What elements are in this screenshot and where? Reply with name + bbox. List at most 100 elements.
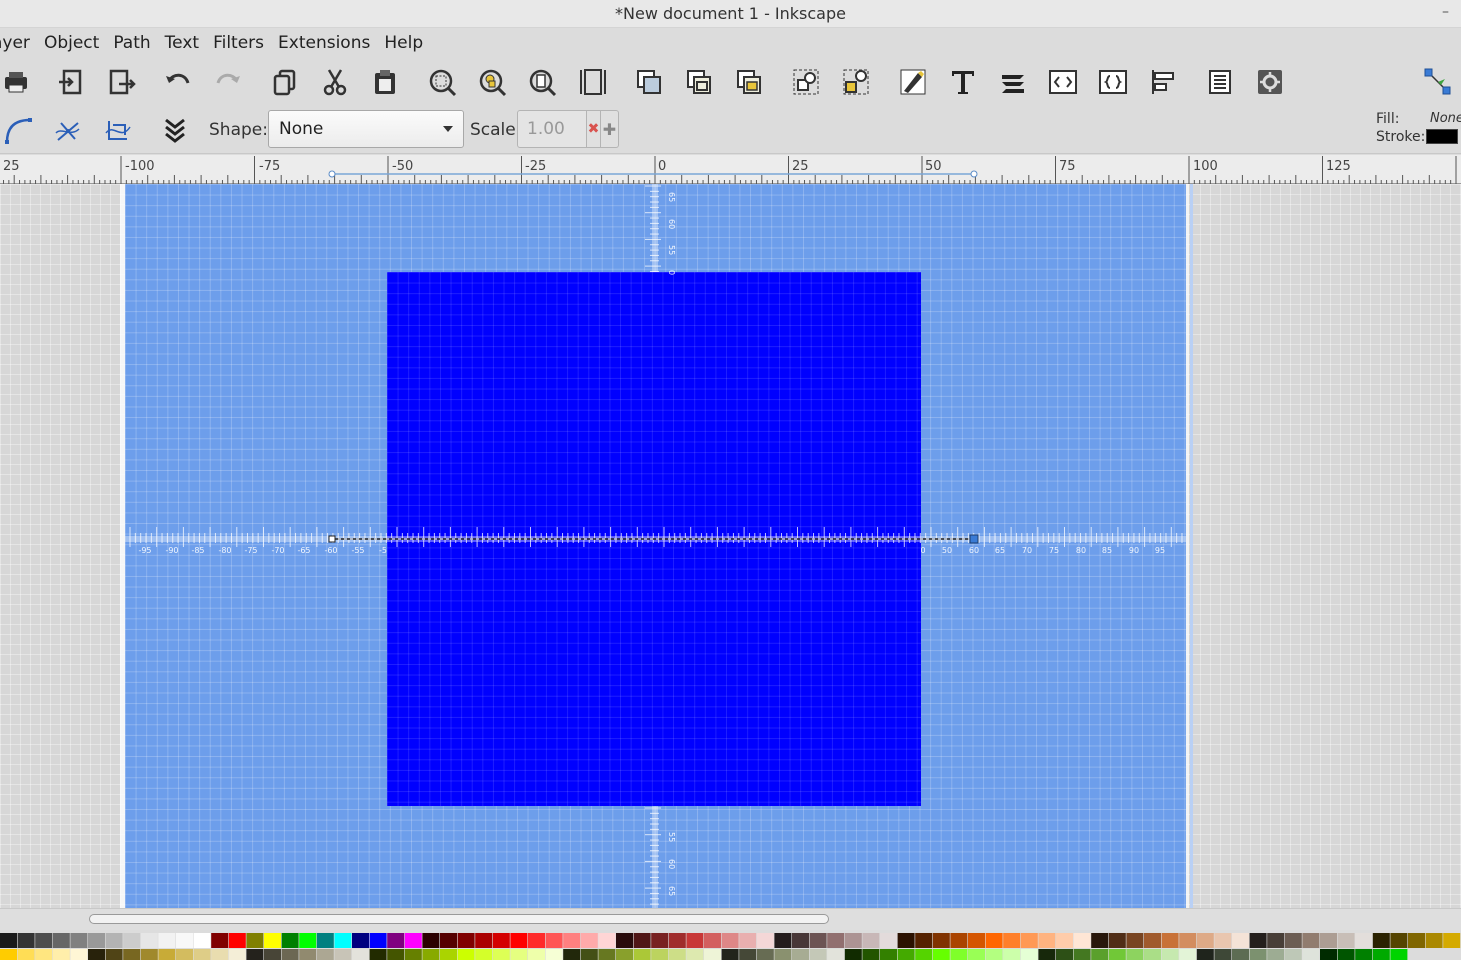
- palette-swatch[interactable]: [1302, 949, 1320, 960]
- palette-swatch[interactable]: [176, 933, 193, 948]
- palette-swatch[interactable]: [1302, 933, 1320, 948]
- scale-increment-button[interactable]: ✚: [601, 110, 619, 148]
- palette-swatch[interactable]: [598, 933, 616, 948]
- menu-object[interactable]: Object: [37, 33, 106, 53]
- palette-swatch[interactable]: [651, 933, 669, 948]
- palette-swatch[interactable]: [932, 933, 950, 948]
- zoom-selection-button[interactable]: [426, 66, 458, 98]
- palette-swatch[interactable]: [105, 933, 123, 948]
- palette-swatch[interactable]: [721, 949, 739, 960]
- path-start-node[interactable]: [328, 535, 336, 543]
- palette-swatch[interactable]: [1390, 949, 1408, 960]
- palette-swatch[interactable]: [0, 933, 17, 948]
- palette-swatch[interactable]: [1144, 933, 1161, 948]
- palette-swatch[interactable]: [897, 933, 915, 948]
- palette-swatch[interactable]: [1161, 933, 1179, 948]
- palette-swatch[interactable]: [774, 949, 792, 960]
- palette-swatch[interactable]: [756, 949, 774, 960]
- palette-swatch[interactable]: [369, 933, 387, 948]
- duplicate-button[interactable]: [633, 66, 665, 98]
- palette-swatch[interactable]: [334, 933, 352, 948]
- palette-swatch[interactable]: [1390, 933, 1408, 948]
- palette-swatch[interactable]: [1073, 949, 1091, 960]
- align-distribute-button[interactable]: [1147, 66, 1179, 98]
- palette-swatch[interactable]: [598, 949, 616, 960]
- menu-path[interactable]: Path: [106, 33, 157, 53]
- palette-swatch[interactable]: [1320, 933, 1337, 948]
- palette-swatch[interactable]: [1337, 949, 1355, 960]
- palette-swatch[interactable]: [246, 949, 264, 960]
- paste-button[interactable]: [369, 66, 401, 98]
- zoom-page-width-button[interactable]: [577, 66, 609, 98]
- palette-swatch[interactable]: [950, 933, 968, 948]
- scale-input[interactable]: 1.00: [517, 110, 587, 148]
- palette-swatch[interactable]: [1284, 949, 1302, 960]
- menu-filters[interactable]: Filters: [206, 33, 271, 53]
- shape-dropdown[interactable]: None: [268, 110, 464, 148]
- palette-swatch[interactable]: [809, 933, 827, 948]
- palette-swatch[interactable]: [915, 933, 933, 948]
- palette-swatch[interactable]: [123, 949, 141, 960]
- palette-swatch[interactable]: [1161, 949, 1179, 960]
- palette-swatch[interactable]: [1144, 949, 1161, 960]
- palette-swatch[interactable]: [1320, 949, 1337, 960]
- palette-swatch[interactable]: [1372, 949, 1390, 960]
- palette-swatch[interactable]: [809, 949, 827, 960]
- palette-swatch[interactable]: [1249, 933, 1267, 948]
- palette-swatch[interactable]: [510, 933, 528, 948]
- palette-swatch[interactable]: [299, 949, 317, 960]
- palette-swatch[interactable]: [686, 933, 704, 948]
- palette-swatch[interactable]: [1355, 933, 1373, 948]
- zoom-page-button[interactable]: [526, 66, 558, 98]
- palette-swatch[interactable]: [739, 949, 757, 960]
- palette-swatch[interactable]: [264, 933, 281, 948]
- stroke-color-swatch[interactable]: [1426, 129, 1458, 144]
- palette-swatch[interactable]: [193, 933, 211, 948]
- palette-swatch[interactable]: [616, 933, 633, 948]
- unlink-clone-button[interactable]: [733, 66, 765, 98]
- style-indicator[interactable]: Fill: Stroke:: [1376, 110, 1425, 146]
- palette-swatch[interactable]: [985, 949, 1003, 960]
- palette-swatch[interactable]: [968, 949, 985, 960]
- objects-button[interactable]: [1097, 66, 1129, 98]
- palette-swatch[interactable]: [616, 949, 633, 960]
- palette-swatch[interactable]: [932, 949, 950, 960]
- palette-swatch[interactable]: [404, 933, 422, 948]
- palette-swatch[interactable]: [17, 933, 35, 948]
- palette-swatch[interactable]: [70, 949, 88, 960]
- palette-swatch[interactable]: [704, 933, 721, 948]
- palette-swatch[interactable]: [35, 933, 53, 948]
- palette-swatch[interactable]: [897, 949, 915, 960]
- menu-help[interactable]: Help: [377, 33, 430, 53]
- palette-swatch[interactable]: [492, 949, 510, 960]
- palette-swatch[interactable]: [70, 933, 88, 948]
- scale-decrement-button[interactable]: ✖: [587, 110, 601, 148]
- palette-swatch[interactable]: [528, 949, 545, 960]
- palette-swatch[interactable]: [35, 949, 53, 960]
- palette-swatch[interactable]: [440, 949, 457, 960]
- palette-swatch[interactable]: [193, 949, 211, 960]
- path-mode-zigzag-button[interactable]: [159, 114, 191, 146]
- palette-swatch[interactable]: [563, 949, 581, 960]
- path-mode-bspline-button[interactable]: [102, 114, 134, 146]
- palette-swatch[interactable]: [475, 949, 493, 960]
- palette-swatch[interactable]: [756, 933, 774, 948]
- palette-swatch[interactable]: [17, 949, 35, 960]
- palette-swatch[interactable]: [510, 949, 528, 960]
- palette-swatch[interactable]: [844, 949, 862, 960]
- palette-swatch[interactable]: [492, 933, 510, 948]
- palette-swatch[interactable]: [1003, 933, 1021, 948]
- palette-swatch[interactable]: [580, 949, 598, 960]
- palette-swatch[interactable]: [1126, 949, 1144, 960]
- palette-swatch[interactable]: [827, 933, 845, 948]
- palette-swatch[interactable]: [176, 949, 193, 960]
- palette-swatch[interactable]: [1337, 933, 1355, 948]
- palette-swatch[interactable]: [633, 949, 651, 960]
- palette-swatch[interactable]: [387, 949, 405, 960]
- palette-swatch[interactable]: [228, 949, 246, 960]
- palette-swatch[interactable]: [316, 933, 334, 948]
- ungroup-button[interactable]: [840, 66, 872, 98]
- palette-swatch[interactable]: [1108, 933, 1126, 948]
- palette-swatch[interactable]: [246, 933, 264, 948]
- print-button[interactable]: [0, 66, 32, 98]
